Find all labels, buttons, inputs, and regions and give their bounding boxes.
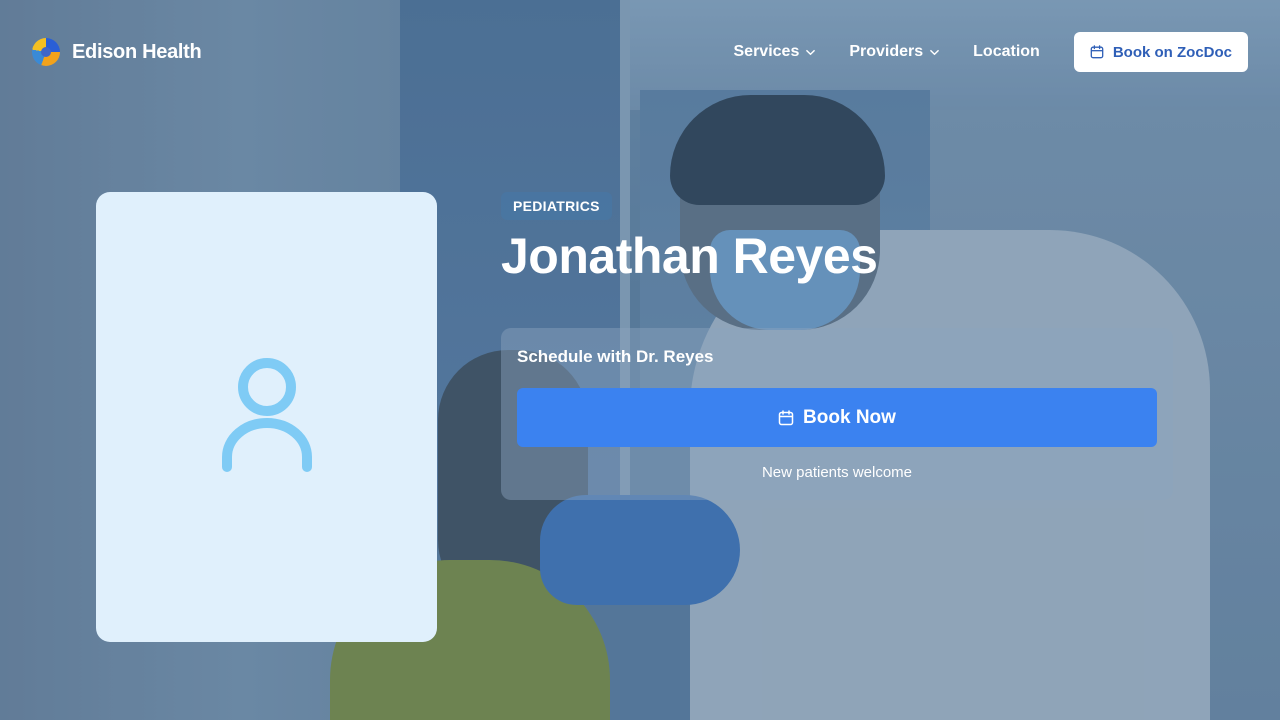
- main-nav: Services Providers Location Book on ZocD…: [734, 32, 1248, 72]
- book-on-zocdoc-button[interactable]: Book on ZocDoc: [1073, 32, 1248, 72]
- new-patients-note: New patients welcome: [761, 464, 913, 481]
- calendar-icon: [1090, 45, 1104, 59]
- nav-label: Location: [973, 43, 1040, 60]
- nav-label: Services: [733, 43, 800, 60]
- brand-name: Edison Health: [72, 40, 202, 63]
- nav-item-providers[interactable]: Providers: [849, 43, 939, 61]
- nav-item-location[interactable]: Location: [973, 43, 1040, 61]
- book-on-zocdoc-label: Book on ZocDoc: [1112, 43, 1232, 61]
- brand-logo[interactable]: Edison Health: [32, 38, 202, 66]
- person-placeholder-icon: [221, 358, 312, 472]
- nav-item-services[interactable]: Services: [734, 43, 816, 61]
- provider-name: Jonathan Reyes: [501, 228, 878, 284]
- schedule-card: Schedule with Dr. Reyes Book Now New pat…: [501, 328, 1173, 500]
- calendar-icon: [778, 409, 794, 425]
- specialty-badge: PEDIATRICS: [501, 192, 612, 220]
- chevron-down-icon: [930, 49, 939, 55]
- provider-photo-placeholder: [96, 192, 437, 642]
- book-now-button[interactable]: Book Now: [517, 388, 1157, 447]
- nav-label: Providers: [849, 43, 924, 60]
- chevron-down-icon: [806, 49, 816, 55]
- logo-icon: [32, 38, 60, 66]
- schedule-title: Schedule with Dr. Reyes: [517, 347, 714, 366]
- site-header: Edison Health Services Providers Locatio…: [0, 0, 1280, 104]
- book-now-label: Book Now: [803, 406, 896, 428]
